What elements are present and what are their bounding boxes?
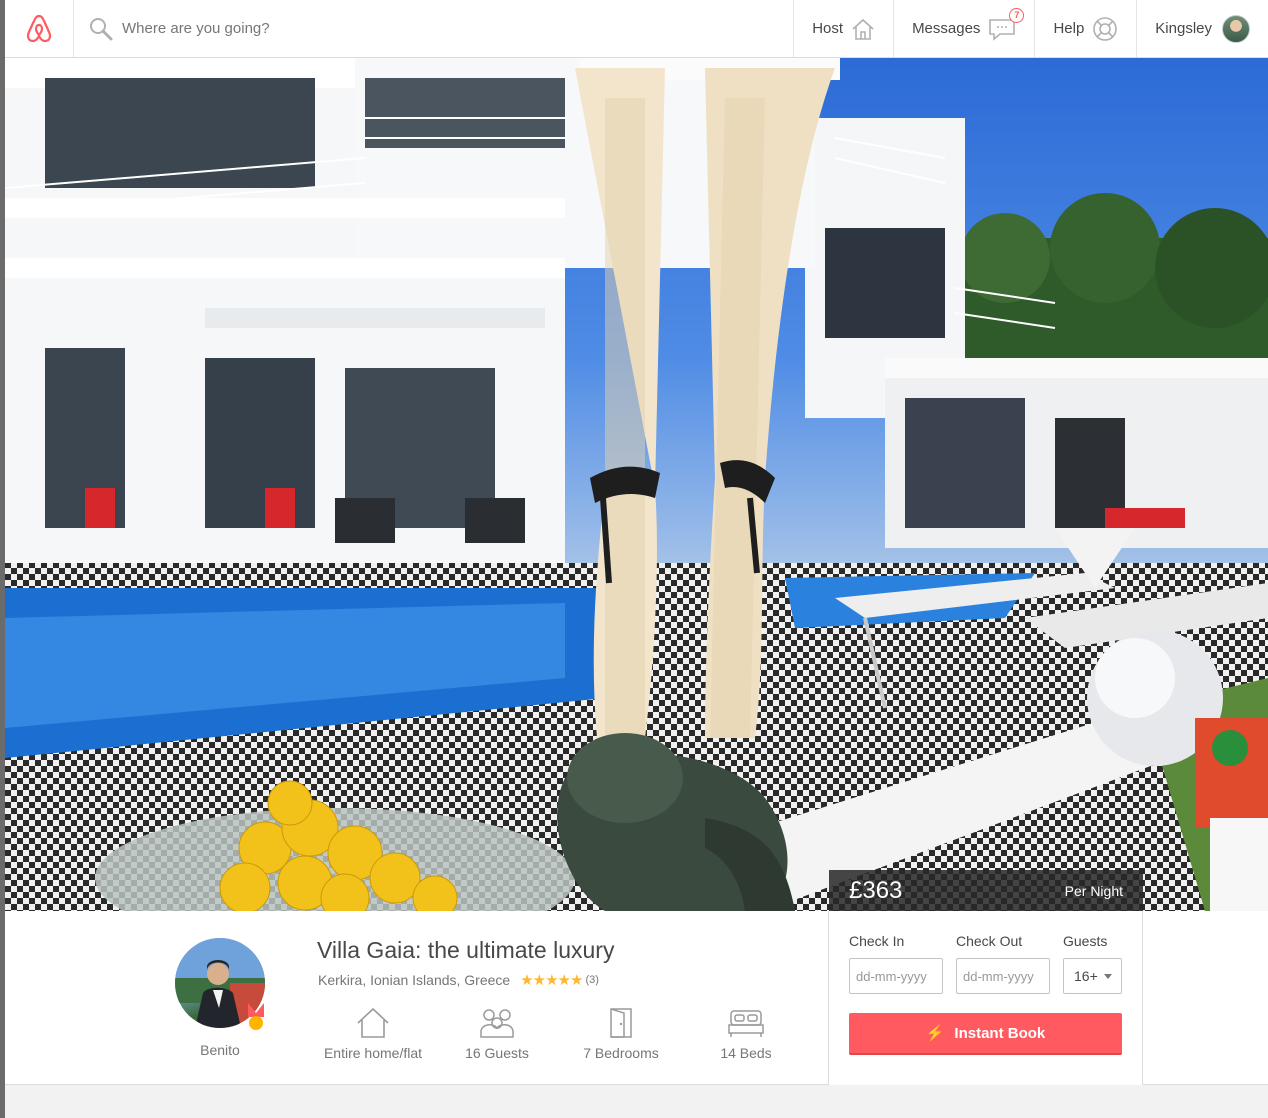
listing-summary: Benito Villa Gaia: the ultimate luxury K… (5, 911, 1268, 1085)
room-type-label: Entire home/flat (323, 1045, 423, 1061)
amenity-guests: 16 Guests (460, 1007, 534, 1061)
house-icon (851, 18, 875, 40)
rating-stars: ★★★★★ (520, 972, 583, 989)
check-out-label: Check Out (956, 933, 1023, 949)
check-in-input[interactable] (849, 958, 943, 994)
check-out-input[interactable] (956, 958, 1050, 994)
guests-label: 16 Guests (465, 1045, 529, 1061)
guests-icon (480, 1009, 514, 1038)
lifebuoy-icon (1092, 16, 1118, 42)
guests-field-label: Guests (1063, 933, 1108, 949)
guests-select-value: 16+ (1074, 968, 1098, 984)
door-icon (610, 1008, 632, 1038)
chevron-down-icon (1104, 974, 1112, 979)
nightly-price: £363 (849, 876, 903, 904)
instant-book-label: Instant Book (954, 1024, 1046, 1042)
listing-location: Kerkira, Ionian Islands, Greece (318, 972, 511, 988)
bedrooms-label: 7 Bedrooms (583, 1045, 659, 1061)
nav-help[interactable]: Help (1035, 0, 1138, 57)
superhost-medal-icon (245, 1003, 267, 1038)
host-name[interactable]: Benito (175, 1042, 265, 1058)
user-avatar (1222, 14, 1250, 43)
airbnb-logo[interactable] (5, 0, 74, 57)
home-icon (357, 1007, 389, 1038)
guests-select[interactable]: 16+ (1063, 958, 1122, 994)
nav-host[interactable]: Host (794, 0, 895, 57)
listing-hero-photo[interactable] (5, 58, 1268, 911)
review-count[interactable]: (3) (585, 974, 598, 986)
bed-icon (728, 1010, 764, 1037)
lightning-icon: ⚡ (925, 1025, 945, 1042)
listing-title: Villa Gaia: the ultimate luxury (317, 937, 615, 963)
instant-book-button[interactable]: ⚡ Instant Book (849, 1013, 1122, 1055)
airbnb-logo-icon (26, 14, 52, 42)
nav-host-label: Host (812, 20, 844, 37)
nav-user-name: Kingsley (1155, 20, 1212, 37)
listing-location-row: Kerkira, Ionian Islands, Greece ★★★★★ (3… (318, 971, 599, 989)
amenity-bedrooms: 7 Bedrooms (580, 1007, 662, 1061)
search-input[interactable] (122, 20, 722, 37)
search-icon (90, 17, 113, 40)
message-icon: 7 (988, 7, 1025, 41)
villa-pool-illustration (5, 58, 1268, 911)
nav-messages[interactable]: Messages 7 (894, 0, 1036, 57)
top-nav: Host Messages 7 Help Kingsley (5, 0, 1268, 58)
booking-panel: Check In Check Out Guests 16+ ⚡ Instant … (828, 911, 1143, 1085)
amenity-beds: 14 Beds (716, 1007, 776, 1061)
nav-help-label: Help (1053, 20, 1085, 37)
price-unit: Per Night (1064, 882, 1123, 899)
beds-label: 14 Beds (720, 1045, 772, 1061)
nav-messages-label: Messages (912, 20, 981, 37)
nav-user-menu[interactable]: Kingsley (1137, 0, 1268, 57)
messages-count-badge: 7 (1009, 7, 1025, 23)
search-bar (74, 0, 795, 57)
check-in-label: Check In (849, 933, 905, 949)
amenity-room-type: Entire home/flat (320, 1007, 426, 1061)
price-banner: £363 Per Night (829, 870, 1143, 911)
